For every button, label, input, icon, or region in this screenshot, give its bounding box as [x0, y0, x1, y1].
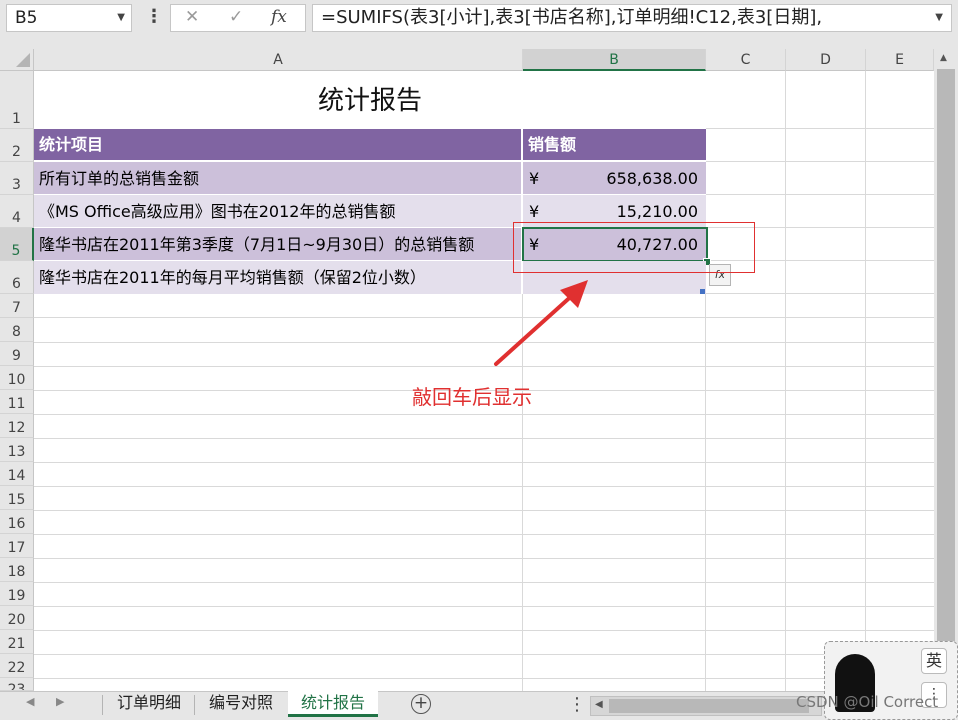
row-header-5[interactable]: 5	[0, 228, 34, 261]
row-header-20[interactable]: 20	[0, 606, 34, 630]
row-header-9[interactable]: 9	[0, 342, 34, 366]
horizontal-scrollbar[interactable]: ◀	[590, 696, 822, 716]
next-sheet-icon[interactable]: ▶	[56, 695, 64, 708]
row-header-1[interactable]: 1	[0, 71, 34, 129]
column-header-a[interactable]: A	[34, 49, 523, 71]
item-label-cell[interactable]: 所有订单的总销售金额	[34, 162, 523, 195]
annotation-text: 敲回车后显示	[412, 385, 532, 409]
grid-line	[34, 558, 934, 559]
scroll-thumb	[609, 699, 809, 713]
grid-line	[706, 128, 934, 129]
row-header-7[interactable]: 7	[0, 294, 34, 318]
grid-line	[785, 71, 786, 691]
row-header-3[interactable]: 3	[0, 162, 34, 195]
grid-line	[34, 630, 934, 631]
grid-line	[34, 606, 934, 607]
annotation-box	[513, 222, 755, 273]
grid-line	[706, 194, 934, 195]
amount-cell[interactable]: ¥ 658,638.00	[523, 162, 706, 195]
row-header-10[interactable]: 10	[0, 366, 34, 390]
grid-line	[34, 438, 934, 439]
grid-line	[34, 678, 934, 679]
grid-line	[34, 582, 934, 583]
currency-symbol: ¥	[529, 169, 540, 188]
row-header-14[interactable]: 14	[0, 462, 34, 486]
grid-line	[706, 161, 934, 162]
grid-line	[34, 486, 934, 487]
row-header-2[interactable]: 2	[0, 129, 34, 162]
insert-function-icon[interactable]: fx	[271, 7, 287, 27]
tab-divider	[102, 695, 103, 715]
chevron-down-icon[interactable]: ▼	[117, 5, 125, 31]
grid-line	[34, 654, 934, 655]
add-sheet-icon[interactable]: +	[411, 694, 431, 714]
scroll-thumb	[937, 69, 955, 659]
grid-line	[706, 293, 934, 294]
formula-input[interactable]: =SUMIFS(表3[小计],表3[书店名称],订单明细!C12,表3[日期],…	[312, 4, 952, 32]
tab-order-details[interactable]: 订单明细	[104, 691, 194, 717]
grid-line	[865, 71, 866, 691]
report-title[interactable]: 统计报告	[34, 71, 706, 129]
header-amount-cell[interactable]: 销售额	[523, 129, 706, 160]
column-header-d[interactable]: D	[786, 49, 866, 71]
column-header-e[interactable]: E	[866, 49, 934, 71]
grid-line	[34, 534, 934, 535]
row-header-22[interactable]: 22	[0, 654, 34, 678]
header-item-cell[interactable]: 统计项目	[34, 129, 523, 160]
vertical-scrollbar[interactable]: ▲	[934, 49, 958, 691]
grid-line	[34, 462, 934, 463]
row-header-8[interactable]: 8	[0, 318, 34, 342]
row-header-21[interactable]: 21	[0, 630, 34, 654]
name-box[interactable]: B5 ▼	[6, 4, 132, 32]
scroll-up-icon: ▲	[940, 53, 947, 63]
formula-buttons: ✕ ✓ fx	[170, 4, 306, 32]
row-header-6[interactable]: 6	[0, 261, 34, 294]
select-all-button[interactable]	[0, 49, 34, 71]
row-header-16[interactable]: 16	[0, 510, 34, 534]
row-header-19[interactable]: 19	[0, 582, 34, 606]
expand-formula-icon[interactable]: ▼	[935, 5, 943, 31]
tab-code-lookup[interactable]: 编号对照	[195, 691, 287, 717]
row-header-11[interactable]: 11	[0, 390, 34, 414]
scroll-left-icon: ◀	[595, 699, 603, 710]
row-header-15[interactable]: 15	[0, 486, 34, 510]
annotation-arrow-icon	[494, 280, 588, 366]
row-header-13[interactable]: 13	[0, 438, 34, 462]
more-options-icon[interactable]: ⋮	[568, 694, 586, 715]
formula-bar-gap	[0, 36, 958, 49]
item-label-cell[interactable]: 《MS Office高级应用》图书在2012年的总销售额	[34, 195, 523, 228]
row-header-18[interactable]: 18	[0, 558, 34, 582]
cancel-icon[interactable]: ✕	[185, 7, 199, 27]
row-header-12[interactable]: 12	[0, 414, 34, 438]
column-header-b[interactable]: B	[523, 49, 706, 71]
row-header-4[interactable]: 4	[0, 195, 34, 228]
row-header-17[interactable]: 17	[0, 534, 34, 558]
item-label-cell[interactable]: 隆华书店在2011年第3季度（7月1日~9月30日）的总销售额	[34, 228, 523, 261]
column-header-c[interactable]: C	[706, 49, 786, 71]
row-header-23[interactable]: 23	[0, 678, 34, 691]
ime-language-toggle: 英	[921, 648, 947, 674]
table-resize-handle[interactable]	[700, 289, 705, 294]
tab-statistics-report[interactable]: 统计报告	[288, 691, 378, 717]
item-label-cell[interactable]: 隆华书店在2011年的每月平均销售额（保留2位小数）	[34, 261, 523, 294]
grid-line	[34, 414, 934, 415]
grid-line	[34, 510, 934, 511]
watermark: CSDN @Oil Correct	[796, 693, 939, 711]
more-options-icon[interactable]: ⋮	[145, 6, 163, 30]
formula-text: =SUMIFS(表3[小计],表3[书店名称],订单明细!C12,表3[日期],	[321, 7, 823, 28]
name-box-value: B5	[15, 8, 38, 28]
prev-sheet-icon[interactable]: ◀	[26, 695, 34, 708]
enter-icon[interactable]: ✓	[229, 7, 243, 27]
amount-value: 658,638.00	[606, 169, 698, 188]
